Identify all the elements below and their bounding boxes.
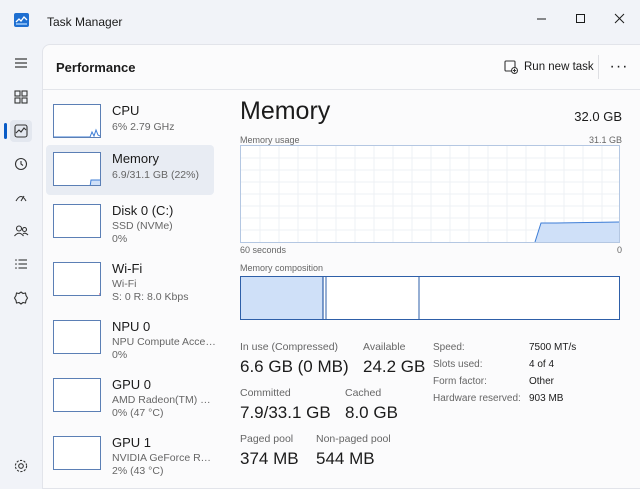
close-button[interactable] xyxy=(604,6,634,30)
minimize-icon xyxy=(536,18,546,19)
memory-composition-label: Memory composition xyxy=(240,263,324,273)
maximize-icon xyxy=(575,13,585,23)
memory-usage-label: Memory usage xyxy=(240,135,300,145)
device-usage: 0% (47 °C) xyxy=(112,407,164,419)
users-icon[interactable] xyxy=(10,220,32,242)
hamburger-icon[interactable] xyxy=(10,52,32,74)
startup-apps-icon[interactable] xyxy=(10,187,32,209)
committed-label: Committed xyxy=(240,387,291,399)
paged-pool-label: Paged pool xyxy=(240,433,294,445)
device-item-gpu-1[interactable]: GPU 1 NVIDIA GeForce RTX 5080 2% (43 °C) xyxy=(46,429,216,479)
device-name: Memory xyxy=(112,151,159,166)
device-name: GPU 1 xyxy=(112,435,152,450)
title-bar: Task Manager xyxy=(0,0,640,44)
nav-active-indicator xyxy=(4,123,7,139)
memory-usage-max: 31.1 GB xyxy=(588,135,622,145)
main-panel: Performance Run new task ··· CPU 6% 2.79… xyxy=(42,44,640,489)
disk-thumbnail-graph xyxy=(53,204,101,238)
services-icon[interactable] xyxy=(10,287,32,309)
device-item-memory[interactable]: Memory 6.9/31.1 GB (22%) xyxy=(46,145,214,195)
device-name: Wi-Fi xyxy=(112,261,143,276)
gpu1-thumbnail-graph xyxy=(53,436,101,470)
memory-title: Memory xyxy=(240,97,331,125)
device-subtitle: SSD (NVMe) xyxy=(112,220,173,232)
spec-label: Hardware reserved: xyxy=(433,393,521,404)
spec-label: Form factor: xyxy=(433,376,487,387)
in-use-label: In use (Compressed) xyxy=(240,341,339,353)
gpu0-thumbnail-graph xyxy=(53,378,101,412)
device-name: NPU 0 xyxy=(112,319,151,334)
device-subtitle: 6.9/31.1 GB (22%) xyxy=(112,169,199,181)
task-manager-app-icon xyxy=(14,13,29,27)
device-name: GPU 0 xyxy=(112,377,152,392)
app-history-icon[interactable] xyxy=(10,153,32,175)
time-axis-zero: 0 xyxy=(616,245,622,255)
non-paged-pool-label: Non-paged pool xyxy=(316,433,391,445)
committed-value: 7.9/33.1 GB xyxy=(240,403,331,422)
run-new-task-icon xyxy=(504,60,518,74)
run-new-task-label: Run new task xyxy=(524,61,594,73)
in-use-value: 6.6 GB (0 MB) xyxy=(240,357,349,376)
details-icon[interactable] xyxy=(10,253,32,275)
cpu-thumbnail-graph xyxy=(53,104,101,138)
paged-pool-value: 374 MB xyxy=(240,449,299,468)
wifi-thumbnail-graph xyxy=(53,262,101,296)
spec-label: Speed: xyxy=(433,342,465,353)
time-axis-label: 60 seconds xyxy=(240,245,287,255)
device-subtitle: AMD Radeon(TM) 8900M xyxy=(112,394,216,406)
spec-value: Other xyxy=(529,376,555,387)
window-title: Task Manager xyxy=(47,15,123,29)
cached-label: Cached xyxy=(345,387,382,399)
device-name: CPU xyxy=(112,103,140,118)
page-title: Performance xyxy=(56,60,136,75)
maximize-button[interactable] xyxy=(565,6,595,30)
spec-value: 4 of 4 xyxy=(529,359,555,370)
device-usage: 0% xyxy=(112,233,128,245)
device-item-wifi[interactable]: Wi-Fi Wi-Fi S: 0 R: 8.0 Kbps xyxy=(46,255,214,305)
cached-value: 8.0 GB xyxy=(345,403,398,422)
device-name: Disk 0 (C:) xyxy=(112,203,174,218)
device-subtitle: NPU Compute Accelerator xyxy=(112,336,216,348)
spec-value: 903 MB xyxy=(529,393,564,404)
memory-usage-graph xyxy=(240,145,620,243)
performance-icon[interactable] xyxy=(10,120,32,142)
run-new-task-button[interactable]: Run new task xyxy=(504,57,594,77)
device-usage: 0% xyxy=(112,349,128,361)
processes-icon[interactable] xyxy=(10,86,32,108)
spec-label: Slots used: xyxy=(433,359,483,370)
device-item-disk[interactable]: Disk 0 (C:) SSD (NVMe) 0% xyxy=(46,197,214,247)
available-value: 24.2 GB xyxy=(363,357,426,376)
npu-thumbnail-graph xyxy=(53,320,101,354)
device-item-cpu[interactable]: CPU 6% 2.79 GHz xyxy=(46,97,214,147)
available-label: Available xyxy=(363,341,406,353)
minimize-button[interactable] xyxy=(526,6,556,30)
device-throughput: S: 0 R: 8.0 Kbps xyxy=(112,291,189,303)
close-icon xyxy=(614,13,624,23)
device-item-npu[interactable]: NPU 0 NPU Compute Accelerator 0% xyxy=(46,313,216,363)
header-separator xyxy=(43,89,640,90)
device-usage: 2% (43 °C) xyxy=(112,465,164,477)
more-options-button[interactable]: ··· xyxy=(607,55,631,79)
memory-composition-bar xyxy=(240,276,620,320)
device-subtitle: Wi-Fi xyxy=(112,278,137,290)
settings-icon[interactable] xyxy=(10,455,32,477)
non-paged-pool-value: 544 MB xyxy=(316,449,375,468)
device-subtitle: 6% 2.79 GHz xyxy=(112,121,175,133)
memory-thumbnail-graph xyxy=(53,152,101,186)
device-subtitle: NVIDIA GeForce RTX 5080 xyxy=(112,452,216,464)
header-divider xyxy=(598,55,599,79)
spec-value: 7500 MT/s xyxy=(529,342,577,353)
device-item-gpu-0[interactable]: GPU 0 AMD Radeon(TM) 8900M 0% (47 °C) xyxy=(46,371,216,421)
memory-total: 32.0 GB xyxy=(574,109,622,124)
